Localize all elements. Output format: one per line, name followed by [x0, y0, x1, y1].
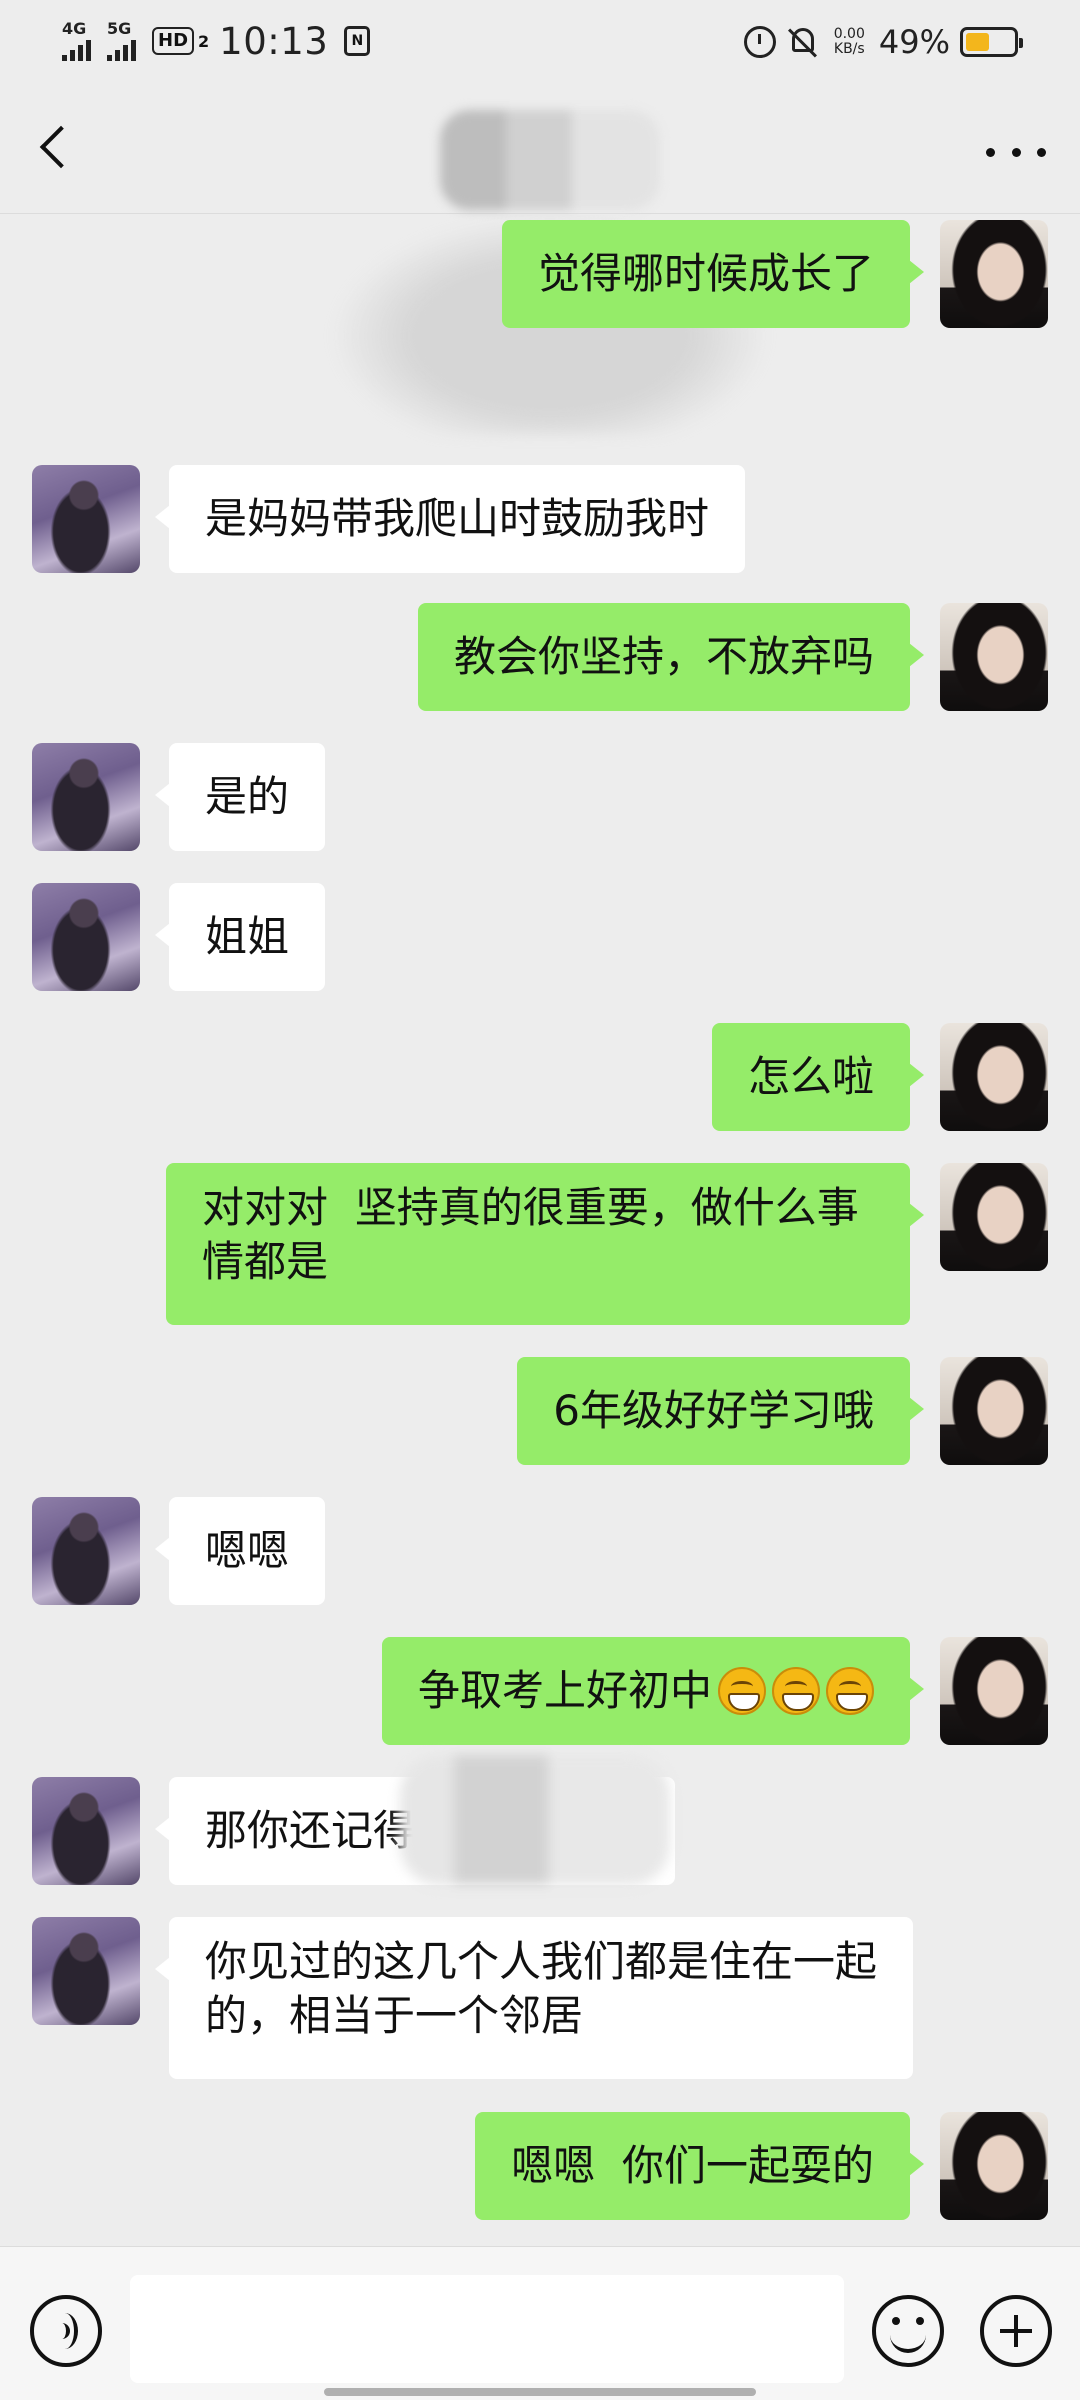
nfc-icon: N [344, 26, 371, 56]
my-avatar[interactable] [940, 1163, 1048, 1271]
sent-message-bubble[interactable]: 觉得哪时候成长了 [501, 220, 925, 328]
message-text: 争取考上好初中 [417, 1666, 712, 1715]
network-5g-label: 5G [107, 19, 132, 38]
message-row: 争取考上好初中 [0, 1637, 1080, 1745]
message-list[interactable]: 觉得哪时候成长了是妈妈带我爬山时鼓励我时教会你坚持，不放弃吗是的姐姐怎么啦对对对… [0, 215, 1080, 2245]
network-speed: 0.00 KB/s [834, 27, 865, 57]
message-row: 觉得哪时候成长了 [0, 220, 1080, 328]
battery-percent: 49% [878, 23, 950, 61]
my-avatar[interactable] [940, 1637, 1048, 1745]
grin-emoji-icon [826, 1667, 874, 1715]
received-message-bubble[interactable]: 是妈妈带我爬山时鼓励我时 [154, 465, 746, 573]
message-row: 嗯嗯 你们一起耍的 [0, 2112, 1080, 2220]
message-text: 那你还记得 [205, 1806, 416, 1855]
message-row: 是的 [0, 743, 1080, 851]
message-row: 6年级好好学习哦 [0, 1357, 1080, 1465]
sent-message-bubble[interactable]: 争取考上好初中 [381, 1637, 925, 1745]
redacted-area [400, 1755, 670, 1885]
message-row: 对对对 坚持真的很重要，做什么事情都是 [0, 1163, 1080, 1325]
sent-message-bubble[interactable]: 6年级好好学习哦 [517, 1357, 924, 1465]
contact-avatar[interactable] [32, 743, 140, 851]
received-message-bubble[interactable]: 你见过的这几个人我们都是住在一起的，相当于一个邻居 [155, 1917, 913, 2079]
message-row: 嗯嗯 [0, 1497, 1080, 1605]
status-bar-left: 4G 5G HD 2 10:13 N [62, 18, 371, 64]
contact-avatar[interactable] [32, 1497, 140, 1605]
input-bar [0, 2246, 1080, 2400]
message-text: 觉得哪时候成长了 [537, 249, 874, 298]
signal-4g-icon: 4G [62, 21, 91, 61]
my-avatar[interactable] [940, 1023, 1048, 1131]
message-row: 怎么啦 [0, 1023, 1080, 1131]
hd-voice-icon: HD [152, 27, 195, 55]
mute-bell-icon [787, 26, 818, 58]
received-message-bubble[interactable]: 嗯嗯 [154, 1497, 326, 1605]
contact-avatar[interactable] [32, 1777, 140, 1885]
grin-emoji-icon [718, 1667, 766, 1715]
contact-avatar[interactable] [32, 883, 140, 991]
alarm-icon [743, 26, 776, 58]
battery-fill [966, 33, 989, 51]
message-text: 怎么啦 [747, 1052, 874, 1101]
signal-bars-icon [107, 39, 136, 61]
my-avatar[interactable] [940, 220, 1048, 328]
message-text: 是的 [205, 772, 290, 821]
network-4g-label: 4G [62, 19, 87, 38]
hd-sub-label: 2 [198, 31, 210, 51]
message-row: 教会你坚持，不放弃吗 [0, 603, 1080, 711]
battery-icon [960, 27, 1023, 57]
status-time: 10:13 [219, 19, 329, 63]
network-speed-unit: KB/s [833, 41, 865, 57]
message-input[interactable] [130, 2275, 844, 2383]
plus-button[interactable] [980, 2295, 1052, 2367]
message-text: 你见过的这几个人我们都是住在一起的，相当于一个邻居 [205, 1937, 878, 2040]
chat-screen: 4G 5G HD 2 10:13 N 0.00 KB/s 49% 觉得哪时候成长… [0, 0, 1080, 2400]
my-avatar[interactable] [940, 1357, 1048, 1465]
sent-message-bubble[interactable]: 怎么啦 [711, 1023, 925, 1131]
sent-message-bubble[interactable]: 教会你坚持，不放弃吗 [417, 603, 925, 711]
message-text: 教会你坚持，不放弃吗 [453, 632, 874, 681]
my-avatar[interactable] [940, 603, 1048, 711]
message-text: 是妈妈带我爬山时鼓励我时 [205, 494, 710, 543]
message-text: 对对对 坚持真的很重要，做什么事情都是 [202, 1183, 859, 1286]
message-row: 是妈妈带我爬山时鼓励我时 [0, 465, 1080, 573]
contact-avatar[interactable] [32, 1917, 140, 2025]
status-bar-right: 0.00 KB/s 49% [743, 20, 1023, 64]
received-message-bubble[interactable]: 是的 [154, 743, 326, 851]
message-text: 6年级好好学习哦 [553, 1386, 874, 1435]
grin-emoji-icon [772, 1667, 820, 1715]
home-indicator[interactable] [324, 2388, 756, 2396]
message-text: 嗯嗯 [205, 1526, 290, 1575]
chat-title-redacted [440, 110, 660, 210]
my-avatar[interactable] [940, 2112, 1048, 2220]
signal-bars-icon [62, 39, 91, 61]
voice-input-button[interactable] [30, 2295, 102, 2367]
more-options-button[interactable] [986, 134, 1046, 170]
chat-header [0, 82, 1080, 214]
emoji-button[interactable] [872, 2295, 944, 2367]
message-text: 嗯嗯 你们一起耍的 [511, 2141, 874, 2190]
message-row: 姐姐 [0, 883, 1080, 991]
sent-message-bubble[interactable]: 对对对 坚持真的很重要，做什么事情都是 [166, 1163, 924, 1325]
message-row: 你见过的这几个人我们都是住在一起的，相当于一个邻居 [0, 1917, 1080, 2079]
back-button[interactable] [30, 122, 82, 174]
contact-avatar[interactable] [32, 465, 140, 573]
network-speed-value: 0.00 [833, 26, 865, 42]
status-bar: 4G 5G HD 2 10:13 N 0.00 KB/s 49% [0, 0, 1080, 82]
signal-5g-icon: 5G [107, 21, 136, 61]
message-text: 姐姐 [205, 912, 290, 961]
received-message-bubble[interactable]: 姐姐 [154, 883, 326, 991]
sent-message-bubble[interactable]: 嗯嗯 你们一起耍的 [475, 2112, 924, 2220]
